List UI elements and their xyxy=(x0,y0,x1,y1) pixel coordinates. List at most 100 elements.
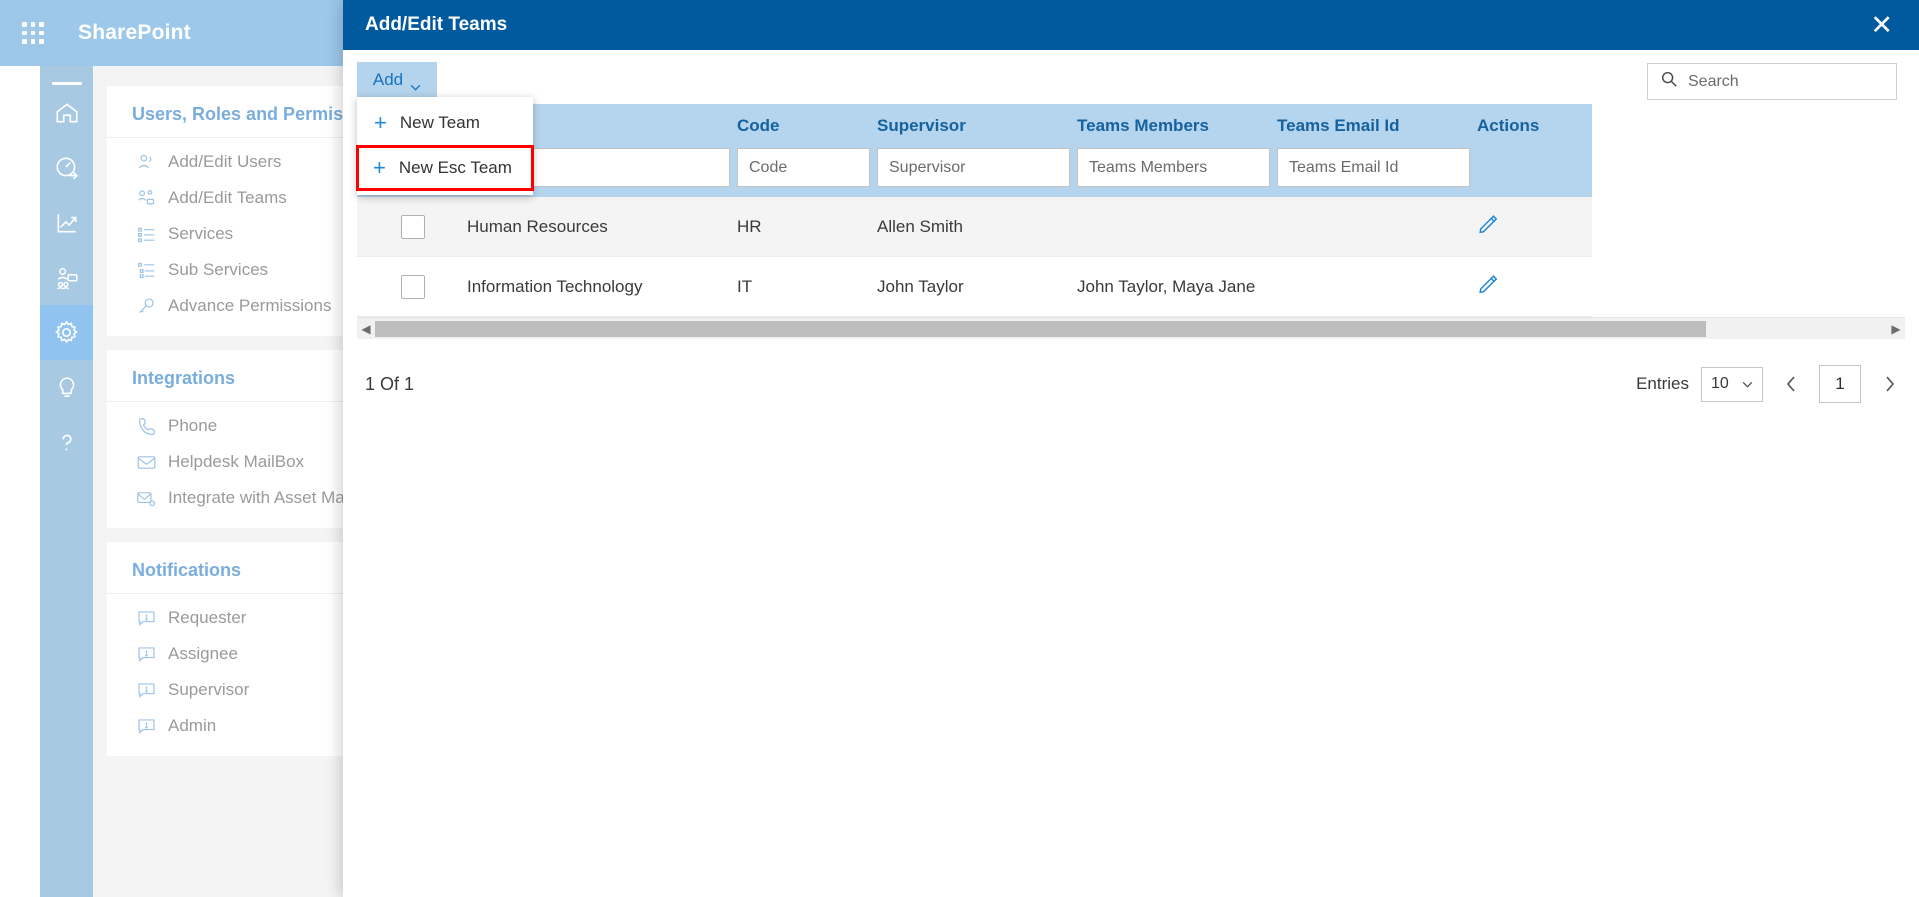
col-header-email[interactable]: Teams Email Id xyxy=(1277,104,1477,148)
add-dropdown-menu: + New Team + New Esc Team xyxy=(356,97,534,195)
filter-cell-email xyxy=(1277,148,1477,197)
table-header-row: Name Code Supervisor Teams Members Teams… xyxy=(357,104,1592,148)
cell-supervisor: Allen Smith xyxy=(877,197,1077,257)
rail-item-dashboard[interactable] xyxy=(40,140,93,195)
filter-input-supervisor[interactable] xyxy=(877,148,1070,187)
filter-input-members[interactable] xyxy=(1077,148,1270,187)
col-header-actions[interactable]: Actions xyxy=(1477,104,1592,148)
menu-item-new-esc-team[interactable]: + New Esc Team xyxy=(356,145,534,191)
dashboard-gauge-icon xyxy=(54,155,80,181)
key-icon xyxy=(135,295,157,317)
teams-table-container: Name Code Supervisor Teams Members Teams… xyxy=(357,104,1905,317)
menu-item-label: New Team xyxy=(399,113,480,132)
cell-code: HR xyxy=(737,197,877,257)
phone-icon xyxy=(135,415,157,437)
line-chart-icon xyxy=(54,210,80,236)
cell-code: IT xyxy=(737,256,877,317)
add-button[interactable]: Add xyxy=(357,62,437,97)
plus-icon: + xyxy=(374,110,387,135)
teams-table: Name Code Supervisor Teams Members Teams… xyxy=(357,104,1592,317)
sharepoint-brand[interactable]: SharePoint xyxy=(78,21,191,45)
rail-item-help[interactable] xyxy=(40,415,93,470)
scrollbar-track[interactable] xyxy=(375,320,1887,337)
col-header-code[interactable]: Code xyxy=(737,104,877,148)
filter-input-code[interactable] xyxy=(737,148,870,187)
menu-item-new-team[interactable]: + New Team xyxy=(357,103,533,143)
page-info: 1 Of 1 xyxy=(365,373,415,394)
dialog-body: Add + New Team + New Esc Team Search Cod… xyxy=(343,50,1919,897)
sublist-icon xyxy=(135,259,157,281)
nav-link-label: Add/Edit Teams xyxy=(168,188,287,207)
add-edit-teams-dialog: Add/Edit Teams ✕ Add + New Team + New Es… xyxy=(343,0,1919,897)
gear-icon xyxy=(53,319,80,346)
filter-cell-members xyxy=(1077,148,1277,197)
horizontal-scrollbar[interactable]: ◀ ▶ xyxy=(357,317,1905,339)
cell-email xyxy=(1277,256,1477,317)
caret-right-icon[interactable]: ▶ xyxy=(1887,322,1905,336)
list-icon xyxy=(135,223,157,245)
screen-root: SharePoint Users, Roles and Permissions … xyxy=(0,0,1919,897)
search-box[interactable] xyxy=(1647,63,1897,100)
mail-icon xyxy=(135,451,157,473)
pencil-icon[interactable] xyxy=(1477,215,1499,239)
home-icon xyxy=(54,100,80,126)
search-input[interactable] xyxy=(1688,72,1884,91)
menu-item-label: New Esc Team xyxy=(398,158,512,177)
cell-actions xyxy=(1477,256,1592,317)
users-icon xyxy=(135,151,157,173)
table-row[interactable]: Information Technology IT John Taylor Jo… xyxy=(357,256,1592,317)
nav-link-label: Supervisor xyxy=(168,680,250,699)
add-button-label: Add xyxy=(372,69,404,89)
chevron-down-icon xyxy=(1742,375,1753,393)
entries-select[interactable]: 10 xyxy=(1701,366,1763,402)
row-checkbox[interactable] xyxy=(401,214,425,239)
caret-left-icon[interactable]: ◀ xyxy=(357,322,375,336)
next-page-button[interactable] xyxy=(1873,366,1905,402)
mail-settings-icon xyxy=(135,487,157,509)
pencil-icon[interactable] xyxy=(1477,275,1499,299)
close-icon[interactable]: ✕ xyxy=(1864,11,1899,39)
col-header-supervisor[interactable]: Supervisor xyxy=(877,104,1077,148)
cell-email xyxy=(1277,197,1477,257)
nav-link-label: Services xyxy=(168,224,234,243)
chevron-down-icon xyxy=(410,76,421,91)
comment-alert-icon xyxy=(135,715,157,737)
cell-name: Human Resources xyxy=(467,197,737,257)
row-checkbox-cell xyxy=(357,197,467,257)
question-mark-icon xyxy=(54,430,80,456)
plus-icon: + xyxy=(373,155,386,180)
nav-link-label: Sub Services xyxy=(168,260,269,279)
table-filter-row xyxy=(357,148,1592,197)
entries-label: Entries xyxy=(1636,374,1689,393)
pagination-bar: 1 Of 1 Entries 10 1 xyxy=(357,353,1905,415)
scrollbar-thumb[interactable] xyxy=(375,320,1706,337)
rail-item-settings[interactable] xyxy=(40,305,93,360)
nav-link-label: Add/Edit Users xyxy=(168,152,282,171)
entries-value: 10 xyxy=(1711,375,1729,392)
rail-item-organization[interactable] xyxy=(40,250,93,305)
col-header-members[interactable]: Teams Members xyxy=(1077,104,1277,148)
page-number-button[interactable]: 1 xyxy=(1819,365,1861,403)
comment-alert-icon xyxy=(135,679,157,701)
nav-link-label: Admin xyxy=(168,716,217,735)
cell-actions xyxy=(1477,197,1592,257)
filter-input-email[interactable] xyxy=(1277,148,1470,187)
comment-alert-icon xyxy=(135,607,157,629)
nav-link-label: Phone xyxy=(168,416,218,435)
rail-item-reports[interactable] xyxy=(40,195,93,250)
rail-item-ideas[interactable] xyxy=(40,360,93,415)
comment-alert-icon xyxy=(135,643,157,665)
app-launcher-icon[interactable] xyxy=(18,18,48,48)
table-row[interactable]: Human Resources HR Allen Smith xyxy=(357,197,1592,257)
table-body: Human Resources HR Allen Smith Informati… xyxy=(357,197,1592,317)
dialog-title: Add/Edit Teams xyxy=(365,14,508,35)
rail-item-home[interactable] xyxy=(40,85,93,140)
row-checkbox-cell xyxy=(357,256,467,317)
search-icon xyxy=(1660,70,1678,93)
icon-rail xyxy=(40,66,93,897)
filter-cell-actions xyxy=(1477,148,1592,197)
nav-link-label: Advance Permissions xyxy=(168,296,332,315)
row-checkbox[interactable] xyxy=(401,274,425,299)
cell-members xyxy=(1077,197,1277,257)
prev-page-button[interactable] xyxy=(1775,366,1807,402)
